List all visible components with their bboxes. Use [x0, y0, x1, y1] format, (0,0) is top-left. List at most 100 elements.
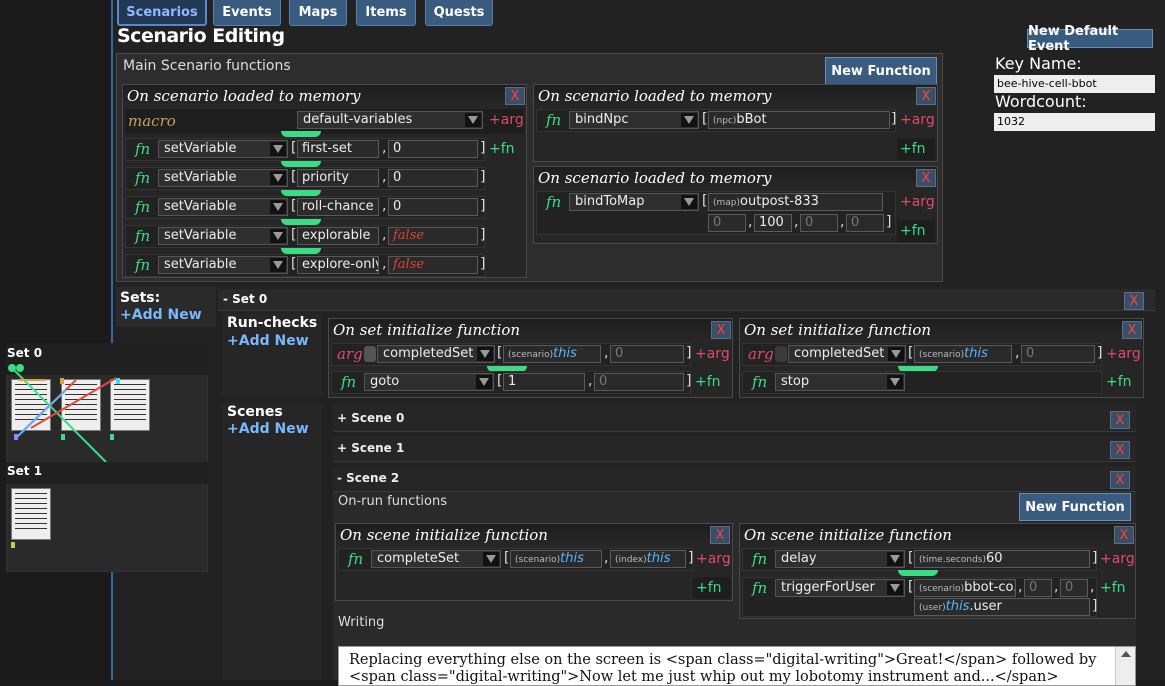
scenario-input[interactable]: (scenario)this	[914, 345, 1012, 363]
function-select[interactable]: completeSet	[371, 550, 501, 568]
writing-textarea[interactable]: Replacing everything else on the screen …	[338, 646, 1136, 686]
add-fn-button[interactable]: +fn	[489, 141, 515, 157]
npc-input[interactable]: (npc)bBot	[708, 111, 890, 129]
tab-items[interactable]: Items	[356, 0, 416, 26]
function-select[interactable]: setVariable	[158, 227, 288, 245]
macro-select[interactable]: default-variables	[297, 111, 483, 129]
close-icon[interactable]: X	[1124, 292, 1144, 310]
new-default-event-button[interactable]: New Default Event	[1027, 24, 1153, 54]
function-select[interactable]: setVariable	[158, 198, 288, 216]
scene-0-bar[interactable]: + Scene 0	[333, 406, 1136, 432]
scrollbar[interactable]	[1115, 647, 1135, 685]
close-icon[interactable]: X	[1110, 411, 1130, 429]
close-icon[interactable]: X	[1110, 441, 1130, 459]
arg-input[interactable]: explore-only	[297, 256, 379, 274]
close-icon[interactable]: X	[505, 87, 525, 105]
map-input[interactable]: (map)outpost-833	[708, 193, 883, 211]
arg-input[interactable]: false	[388, 227, 478, 245]
function-select[interactable]: bindNpc	[569, 111, 699, 129]
scroll-up-icon[interactable]	[1120, 651, 1131, 657]
close-icon[interactable]: X	[1122, 321, 1142, 339]
add-arg-button[interactable]: +arg	[489, 112, 524, 128]
function-select[interactable]: goto	[364, 373, 494, 391]
function-select[interactable]: stop	[775, 373, 905, 391]
scene-1-bar[interactable]: + Scene 1	[333, 436, 1136, 462]
arg-input[interactable]: 1	[503, 373, 585, 391]
scene-links	[8, 364, 120, 463]
arg-input[interactable]: explorable	[297, 227, 379, 245]
sets-label: Sets:	[120, 290, 161, 306]
arg-input[interactable]: roll-chance	[297, 198, 379, 216]
add-fn-button[interactable]: +fn	[695, 374, 721, 390]
add-fn-button[interactable]: +fn	[900, 223, 926, 239]
tab-quests[interactable]: Quests	[425, 0, 493, 26]
arg-input[interactable]: first-set	[297, 140, 379, 158]
num-input[interactable]: 0	[800, 214, 838, 232]
arg-select[interactable]: completedSet	[788, 345, 906, 363]
function-select[interactable]: bindToMap	[569, 193, 699, 211]
arg-input[interactable]: 0	[388, 198, 478, 216]
arg-input[interactable]: 0	[594, 373, 684, 391]
add-arg-button[interactable]: +arg	[1100, 551, 1135, 567]
num-input[interactable]: 0	[1021, 345, 1095, 363]
user-input[interactable]: (user)this.user	[914, 598, 1090, 616]
num-input[interactable]: 0	[1024, 579, 1052, 597]
key-name-input[interactable]: bee-hive-cell-bbot	[994, 75, 1155, 93]
tab-maps[interactable]: Maps	[289, 0, 347, 26]
sets-add-new-button[interactable]: +Add New	[120, 307, 202, 323]
num-input[interactable]: 0	[610, 345, 684, 363]
scene-doc-icon[interactable]	[11, 488, 51, 540]
arg-input[interactable]: false	[388, 256, 478, 274]
wordcount-input[interactable]: 1032	[994, 113, 1155, 131]
scenario-input[interactable]: (scenario)bbot-co...	[914, 579, 1016, 597]
scenario-input[interactable]: (scenario)this	[510, 550, 602, 568]
new-function-button[interactable]: New Function	[825, 57, 937, 85]
add-fn-button[interactable]: +fn	[900, 141, 926, 157]
new-function-button[interactable]: New Function	[1019, 493, 1131, 521]
close-icon[interactable]: X	[710, 526, 730, 544]
tab-events[interactable]: Events	[213, 0, 281, 26]
arg-input[interactable]: 0	[388, 140, 478, 158]
arg-input[interactable]: priority	[297, 169, 379, 187]
add-arg-button[interactable]: +arg	[900, 194, 935, 210]
close-icon[interactable]: X	[711, 321, 731, 339]
arg-input[interactable]: 0	[388, 169, 478, 187]
add-arg-button[interactable]: +arg	[900, 112, 935, 128]
close-icon[interactable]: X	[1110, 471, 1130, 489]
num-input[interactable]: 0	[1060, 579, 1088, 597]
arg-select[interactable]: completedSet	[377, 345, 495, 363]
close-icon[interactable]: X	[1114, 526, 1134, 544]
function-select[interactable]: triggerForUser	[775, 579, 905, 597]
function-select[interactable]: setVariable	[158, 256, 288, 274]
set-0-bar[interactable]	[218, 289, 1155, 311]
tab-scenarios[interactable]: Scenarios	[117, 0, 207, 26]
fn-label: fn	[135, 227, 151, 245]
close-icon[interactable]: X	[916, 87, 936, 105]
handle-icon[interactable]	[775, 346, 787, 362]
arg-select-value: completedSet	[383, 346, 474, 361]
bracket-open: [	[291, 256, 297, 272]
chevron-down-icon	[270, 200, 286, 214]
function-select[interactable]: setVariable	[158, 169, 288, 187]
function-select[interactable]: setVariable	[158, 140, 288, 158]
scenes-add-new-button[interactable]: +Add New	[227, 421, 309, 437]
add-fn-button[interactable]: +fn	[696, 580, 722, 596]
num-input[interactable]: 0	[708, 214, 746, 232]
close-icon[interactable]: X	[916, 169, 936, 187]
bracket-close: ]	[1097, 345, 1103, 361]
add-fn-button[interactable]: +fn	[1106, 374, 1132, 390]
num-input[interactable]: 0	[846, 214, 884, 232]
scene-2-bar[interactable]: - Scene 2	[333, 466, 1136, 492]
num-input[interactable]: 100	[754, 214, 792, 232]
add-arg-button[interactable]: +arg	[1106, 346, 1141, 362]
index-input[interactable]: (index)this	[610, 550, 686, 568]
handle-icon[interactable]	[364, 346, 376, 362]
add-arg-button[interactable]: +arg	[696, 551, 731, 567]
runcheck-card-1: On set initialize function X arg complet…	[328, 318, 733, 398]
scenario-input[interactable]: (scenario)this	[503, 345, 601, 363]
seconds-input[interactable]: (time.seconds)60	[914, 550, 1090, 568]
add-arg-button[interactable]: +arg	[695, 346, 730, 362]
runchecks-add-new-button[interactable]: +Add New	[227, 333, 309, 349]
add-fn-button[interactable]: +fn	[1100, 580, 1126, 596]
function-select[interactable]: delay	[775, 550, 905, 568]
